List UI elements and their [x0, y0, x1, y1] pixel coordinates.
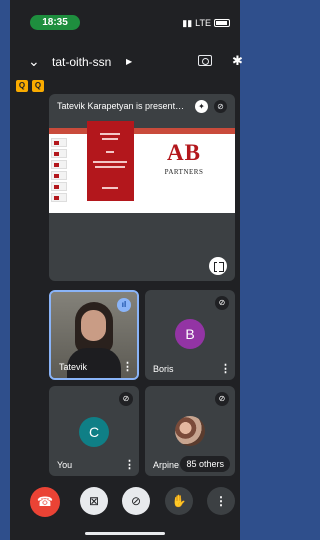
mic-off-icon: ⊘ — [130, 494, 142, 508]
bluetooth-audio-icon[interactable]: ✱ — [232, 53, 243, 69]
fullscreen-icon[interactable] — [209, 257, 227, 275]
meeting-info-arrow-icon[interactable]: ▶ — [126, 57, 132, 66]
status-time: 18:35 — [30, 15, 80, 30]
shared-slide: AB PARTNERS — [49, 121, 235, 213]
meet-screen: 18:35 ▮▮ LTE ⌄ tat-oith-ssn ▶ ✱ Q Q Tate… — [10, 0, 243, 540]
notification-badge-icon: Q — [32, 80, 44, 92]
participant-tile[interactable]: ⊘ Arpine 85 others — [145, 386, 235, 476]
mic-off-icon: ⊘ — [215, 392, 229, 406]
raise-hand-button[interactable]: ✋ — [165, 487, 193, 515]
participant-name: Boris — [153, 364, 174, 374]
participant-tile[interactable]: ⊘ C You ⋮ — [49, 386, 139, 476]
slide-thumbnails — [51, 138, 69, 210]
mic-toggle-button[interactable]: ⊘ — [122, 487, 150, 515]
video-face — [81, 310, 106, 341]
mic-off-icon: ⊘ — [215, 296, 229, 310]
presentation-tile[interactable]: Tatevik Karapetyan is present… ✦ ⊘ AB PA… — [49, 94, 235, 281]
camera-off-icon: ⊠ — [88, 494, 100, 508]
mic-off-icon: ⊘ — [214, 100, 227, 113]
slide-toolbar — [49, 128, 235, 134]
slide-thumbnail — [51, 171, 67, 180]
notification-badge-icon: Q — [16, 80, 28, 92]
participant-name: Arpine — [153, 460, 180, 470]
phone-hangup-icon: ☎ — [36, 494, 54, 509]
slide-logo-subtext: PARTNERS — [164, 168, 204, 176]
avatar: C — [79, 417, 109, 447]
speaking-indicator-icon: ıl — [117, 298, 131, 312]
participant-tile[interactable]: ıl Tatevik ⋮ — [49, 290, 139, 380]
more-options-button[interactable]: ⋮ — [207, 487, 235, 515]
slide-thumbnail — [51, 138, 67, 147]
raise-hand-icon: ✋ — [171, 494, 187, 508]
home-indicator[interactable] — [85, 532, 165, 535]
more-vert-icon[interactable]: ⋮ — [220, 362, 231, 375]
slide-thumbnail — [51, 182, 67, 191]
slide-thumbnail — [51, 193, 67, 202]
slide-logo: AB — [167, 140, 201, 165]
more-vert-icon[interactable]: ⋮ — [122, 360, 133, 373]
collapse-chevron-icon[interactable]: ⌄ — [28, 53, 40, 70]
others-count-badge[interactable]: 85 others — [180, 456, 230, 472]
participant-name: You — [57, 460, 73, 470]
presenter-title: Tatevik Karapetyan is present… — [57, 101, 185, 111]
camera-toggle-button[interactable]: ⊠ — [80, 487, 108, 515]
slide-red-panel — [87, 121, 134, 201]
more-vert-icon[interactable]: ⋮ — [124, 458, 135, 471]
more-vert-icon: ⋮ — [215, 494, 227, 508]
slide-thumbnail — [51, 160, 67, 169]
end-call-button[interactable]: ☎ — [30, 487, 60, 517]
avatar: B — [175, 319, 205, 349]
avatar — [175, 416, 205, 446]
network-label: LTE — [195, 18, 211, 28]
mic-off-icon: ⊘ — [119, 392, 133, 406]
signal-icon: ▮▮ — [182, 17, 193, 28]
switch-camera-icon[interactable] — [198, 55, 212, 66]
participant-tile[interactable]: ⊘ B Boris ⋮ — [145, 290, 235, 380]
participant-name: Tatevik — [59, 362, 88, 372]
pin-icon[interactable]: ✦ — [195, 100, 208, 113]
slide-thumbnail — [51, 149, 67, 158]
meeting-code[interactable]: tat-oith-ssn — [52, 55, 111, 69]
battery-icon — [214, 19, 230, 27]
status-icons: ▮▮ LTE — [182, 16, 230, 30]
